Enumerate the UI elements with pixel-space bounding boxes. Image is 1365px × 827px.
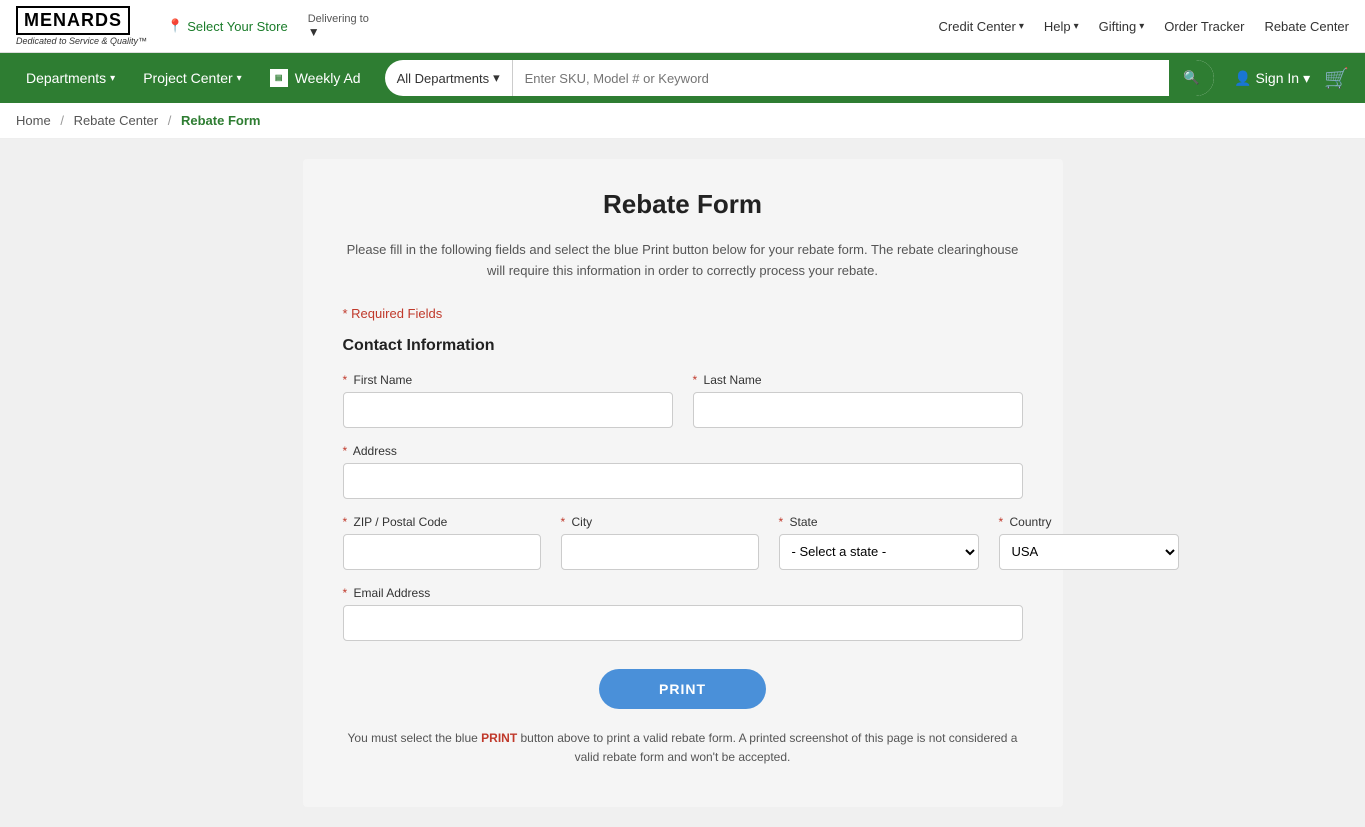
breadcrumb-separator-2: / bbox=[168, 113, 172, 128]
country-label: * Country bbox=[999, 515, 1179, 529]
location-pin-icon: 📍 bbox=[167, 18, 183, 34]
chevron-down-icon: ▾ bbox=[1139, 21, 1144, 32]
departments-nav-item[interactable]: Departments ▾ bbox=[12, 53, 129, 103]
form-description: Please fill in the following fields and … bbox=[343, 240, 1023, 282]
page-content: Rebate Form Please fill in the following… bbox=[0, 139, 1365, 827]
logo-area: MENARDS Dedicated to Service & Quality™ bbox=[16, 6, 147, 46]
last-name-label: * Last Name bbox=[693, 373, 1023, 387]
last-name-input[interactable] bbox=[693, 392, 1023, 428]
chevron-down-icon: ▾ bbox=[1074, 21, 1079, 32]
sign-in-button[interactable]: 👤 Sign In ▾ bbox=[1224, 70, 1320, 87]
email-field: * Email Address bbox=[343, 586, 1023, 641]
project-center-label: Project Center bbox=[143, 70, 232, 86]
top-bar-right: Credit Center ▾ Help ▾ Gifting ▾ Order T… bbox=[939, 19, 1349, 34]
form-container: Rebate Form Please fill in the following… bbox=[303, 159, 1063, 807]
top-bar: MENARDS Dedicated to Service & Quality™ … bbox=[0, 0, 1365, 53]
weekly-ad-nav-item[interactable]: ▤ Weekly Ad bbox=[256, 53, 375, 103]
form-title: Rebate Form bbox=[343, 189, 1023, 220]
breadcrumb: Home / Rebate Center / Rebate Form bbox=[0, 103, 1365, 139]
address-row: * Address bbox=[343, 444, 1023, 499]
breadcrumb-rebate-center[interactable]: Rebate Center bbox=[74, 113, 159, 128]
breadcrumb-current: Rebate Form bbox=[181, 113, 260, 128]
state-field: * State - Select a state - bbox=[779, 515, 979, 570]
email-input[interactable] bbox=[343, 605, 1023, 641]
state-label: * State bbox=[779, 515, 979, 529]
cart-icon: 🛒 bbox=[1324, 68, 1349, 90]
delivering-chevron: ▼ bbox=[308, 25, 369, 39]
address-input[interactable] bbox=[343, 463, 1023, 499]
search-category-chevron-icon: ▾ bbox=[493, 70, 500, 86]
required-star: * bbox=[561, 515, 566, 529]
search-button[interactable]: 🔍 bbox=[1169, 60, 1214, 96]
address-label: * Address bbox=[343, 444, 1023, 458]
required-star: * bbox=[343, 515, 348, 529]
project-center-chevron-icon: ▾ bbox=[237, 73, 242, 84]
city-input[interactable] bbox=[561, 534, 759, 570]
address-field: * Address bbox=[343, 444, 1023, 499]
project-center-nav-item[interactable]: Project Center ▾ bbox=[129, 53, 256, 103]
departments-label: Departments bbox=[26, 70, 106, 86]
required-star: * bbox=[343, 444, 348, 458]
required-star: * bbox=[779, 515, 784, 529]
country-field: * Country USA bbox=[999, 515, 1179, 570]
first-name-field: * First Name bbox=[343, 373, 673, 428]
search-input[interactable] bbox=[513, 71, 1170, 86]
print-note: You must select the blue PRINT button ab… bbox=[343, 729, 1023, 767]
zip-input[interactable] bbox=[343, 534, 541, 570]
city-field: * City bbox=[561, 515, 759, 570]
search-icon: 🔍 bbox=[1183, 70, 1200, 86]
credit-center-link[interactable]: Credit Center ▾ bbox=[939, 19, 1024, 34]
weekly-ad-page-icon: ▤ bbox=[270, 69, 288, 87]
top-bar-left: MENARDS Dedicated to Service & Quality™ … bbox=[16, 6, 369, 46]
delivering-to[interactable]: Delivering to ▼ bbox=[308, 13, 369, 39]
city-label: * City bbox=[561, 515, 759, 529]
last-name-field: * Last Name bbox=[693, 373, 1023, 428]
sign-in-chevron-icon: ▾ bbox=[1303, 70, 1310, 87]
search-category-label: All Departments bbox=[397, 71, 489, 86]
required-star: * bbox=[693, 373, 698, 387]
email-row: * Email Address bbox=[343, 586, 1023, 641]
sign-in-label: Sign In bbox=[1255, 70, 1299, 86]
help-link[interactable]: Help ▾ bbox=[1044, 19, 1079, 34]
main-nav: Departments ▾ Project Center ▾ ▤ Weekly … bbox=[0, 53, 1365, 103]
country-select[interactable]: USA bbox=[999, 534, 1179, 570]
cart-button[interactable]: 🛒 bbox=[1320, 66, 1353, 91]
first-name-input[interactable] bbox=[343, 392, 673, 428]
section-title: Contact Information bbox=[343, 337, 1023, 355]
chevron-down-icon: ▾ bbox=[1019, 21, 1024, 32]
order-tracker-link[interactable]: Order Tracker bbox=[1164, 19, 1244, 34]
store-select[interactable]: 📍 Select Your Store bbox=[167, 18, 288, 34]
search-category-dropdown[interactable]: All Departments ▾ bbox=[385, 60, 513, 96]
required-star: * bbox=[999, 515, 1004, 529]
user-icon: 👤 bbox=[1234, 70, 1251, 87]
logo-tagline: Dedicated to Service & Quality™ bbox=[16, 36, 147, 46]
required-note: * Required Fields bbox=[343, 306, 1023, 321]
store-select-label: Select Your Store bbox=[187, 19, 287, 34]
breadcrumb-home[interactable]: Home bbox=[16, 113, 51, 128]
print-button[interactable]: PRINT bbox=[599, 669, 766, 709]
rebate-center-link[interactable]: Rebate Center bbox=[1264, 19, 1349, 34]
print-highlight: PRINT bbox=[481, 731, 517, 745]
departments-chevron-icon: ▾ bbox=[110, 73, 115, 84]
required-star: * bbox=[343, 373, 348, 387]
state-select[interactable]: - Select a state - bbox=[779, 534, 979, 570]
first-name-label: * First Name bbox=[343, 373, 673, 387]
logo: MENARDS bbox=[16, 6, 130, 35]
required-star: * bbox=[343, 586, 348, 600]
search-bar: All Departments ▾ 🔍 bbox=[385, 60, 1214, 96]
gifting-link[interactable]: Gifting ▾ bbox=[1099, 19, 1145, 34]
zip-field: * ZIP / Postal Code bbox=[343, 515, 541, 570]
location-row: * ZIP / Postal Code * City * State - Sel bbox=[343, 515, 1023, 570]
weekly-ad-label: Weekly Ad bbox=[295, 70, 361, 86]
delivering-to-label: Delivering to bbox=[308, 13, 369, 25]
email-label: * Email Address bbox=[343, 586, 1023, 600]
zip-label: * ZIP / Postal Code bbox=[343, 515, 541, 529]
breadcrumb-separator: / bbox=[60, 113, 64, 128]
name-row: * First Name * Last Name bbox=[343, 373, 1023, 428]
